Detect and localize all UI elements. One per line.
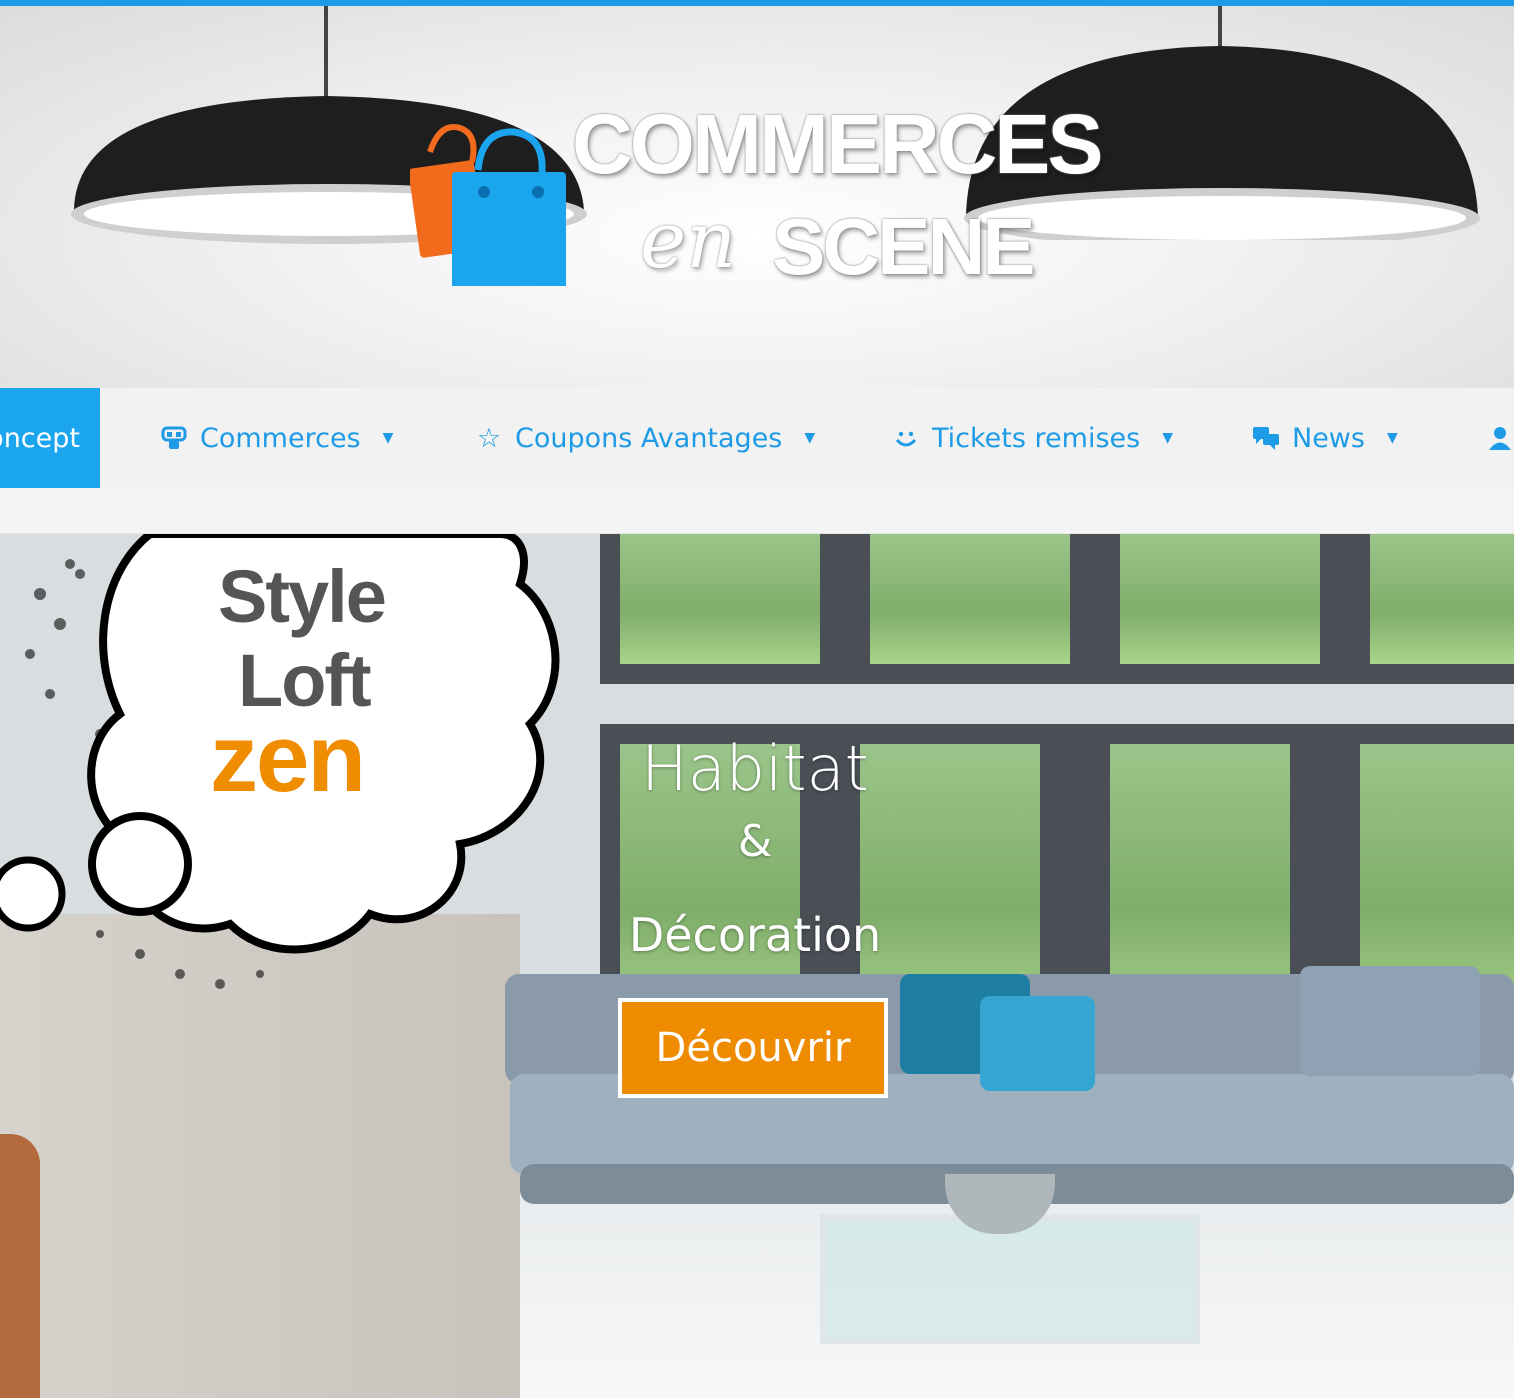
bubble-text-style: Style [218, 555, 387, 638]
site-logo[interactable]: COMMERCES en SCENE [408, 96, 1110, 326]
store-icon [160, 424, 188, 452]
nav-item-label: Tickets remises [932, 422, 1141, 454]
hero-title: Habitat [641, 732, 869, 805]
caret-down-icon: ▼ [1386, 430, 1398, 446]
main-nav: Concept Commerces ▼ ☆ Coupons Avantages … [0, 388, 1514, 488]
shopping-bags-icon [408, 116, 580, 296]
user-icon [1486, 424, 1514, 452]
nav-item-concept[interactable]: Concept [0, 388, 100, 488]
window-pane [1370, 534, 1514, 664]
nav-item-news[interactable]: News ▼ [1252, 388, 1398, 488]
caret-down-icon: ▼ [804, 430, 816, 446]
logo-word-commerces: COMMERCES [572, 97, 1103, 191]
logo-word-scene: SCENE [772, 202, 1036, 291]
cushion [980, 996, 1095, 1091]
site-header: COMMERCES en SCENE [0, 6, 1514, 388]
star-icon: ☆ [476, 422, 502, 454]
bubble-text-zen: zen [210, 705, 366, 812]
nav-item-account[interactable] [1486, 388, 1514, 488]
cushion [1300, 966, 1480, 1076]
nav-item-label: Coupons Avantages [515, 422, 783, 454]
hero-subtitle: Décoration [628, 908, 882, 962]
smile-icon [892, 424, 920, 452]
nav-item-coupons[interactable]: ☆ Coupons Avantages ▼ [475, 388, 815, 488]
window-pane [870, 534, 1070, 664]
window-pane [620, 534, 820, 664]
window-pane [1120, 534, 1320, 664]
person-hair [0, 1134, 40, 1398]
nav-subbar [0, 488, 1514, 534]
discover-button[interactable]: Découvrir [618, 998, 888, 1098]
nav-item-label: Concept [0, 422, 80, 454]
thought-bubble: Style Loft zen [0, 534, 620, 1014]
caret-down-icon: ▼ [382, 430, 394, 446]
logo-word-en: en [640, 196, 737, 286]
nav-item-label: Commerces [200, 422, 361, 454]
hero-banner: Style Loft zen Habitat & Décoration Déco… [0, 534, 1514, 1398]
nav-item-commerces[interactable]: Commerces ▼ [160, 388, 393, 488]
nav-item-tickets[interactable]: Tickets remises ▼ [892, 388, 1173, 488]
nav-item-label: News [1292, 422, 1365, 454]
lamp-cord-left [324, 6, 328, 98]
chat-icon [1252, 424, 1280, 452]
caret-down-icon: ▼ [1162, 430, 1173, 446]
hero-ampersand: & [737, 816, 773, 867]
